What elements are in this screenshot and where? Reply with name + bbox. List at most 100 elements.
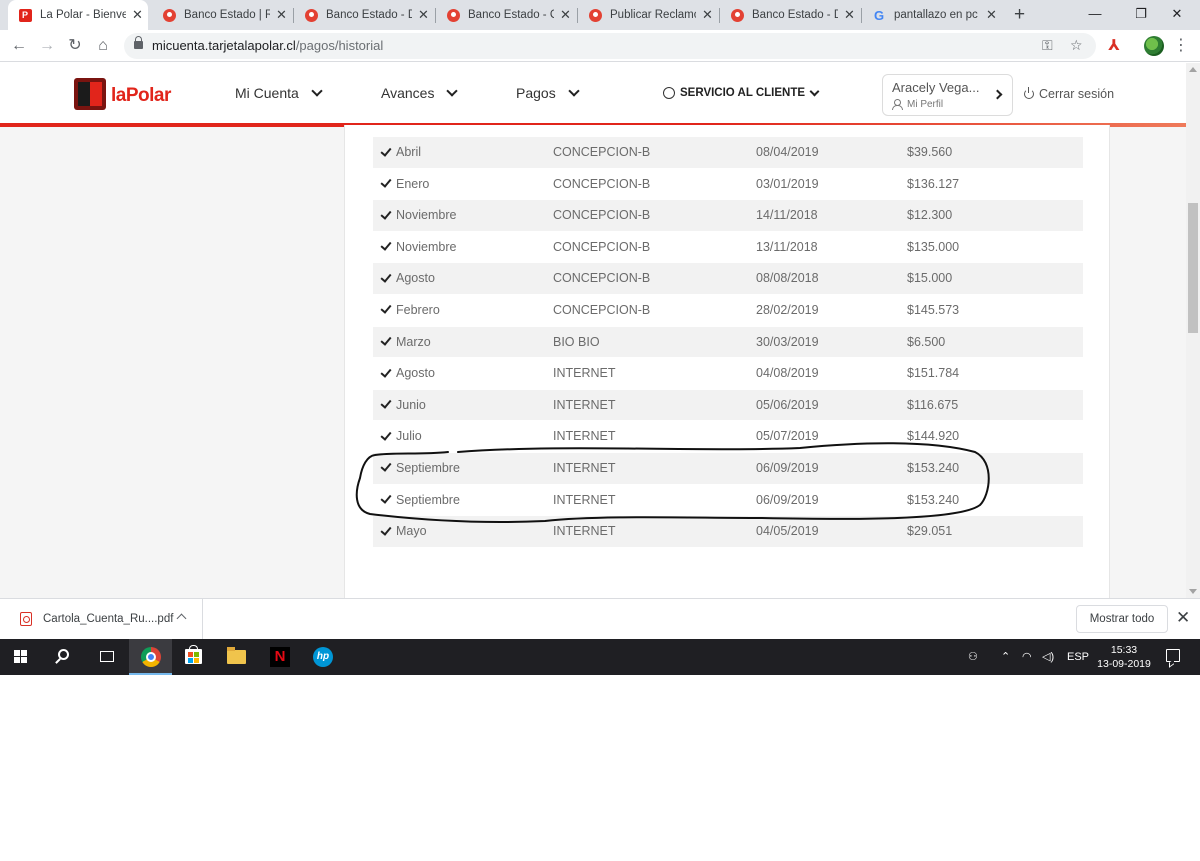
key-icon[interactable]: ⚿ [1042,37,1053,54]
windows-logo-icon [14,650,28,664]
store-bag-icon [185,645,202,664]
chevron-up-icon[interactable] [176,613,187,624]
new-tab-plus-icon[interactable]: + [1014,4,1025,26]
profile-avatar-icon[interactable] [1144,36,1164,56]
tab-title: Banco Estado | Re [184,9,270,21]
month-cell: Enero [380,176,429,191]
taskbar-store[interactable] [172,639,215,675]
tab-la-polar[interactable]: P La Polar - Bienven ✕ [8,0,148,30]
location-cell: INTERNET [553,524,616,539]
tab-close-icon[interactable]: ✕ [702,7,713,23]
month-label: Julio [396,429,422,444]
clock-time: 15:33 [1110,644,1138,656]
scrollbar-thumb[interactable] [1188,203,1198,333]
download-shelf: Cartola_Cuenta_Ru....pdf Mostrar todo ✕ [0,598,1200,639]
month-cell: Febrero [380,302,440,317]
taskbar-chrome[interactable] [129,639,172,675]
chevron-down-icon [311,85,323,97]
tab-close-icon[interactable]: ✕ [418,7,429,23]
minimize-window-icon[interactable]: — [1072,0,1118,30]
lapolar-logo-icon[interactable] [74,78,106,110]
tab-banco-estado-2[interactable]: Banco Estado - De ✕ [294,0,434,30]
show-all-downloads-button[interactable]: Mostrar todo [1076,605,1168,633]
scroll-down-arrow-icon[interactable] [1189,589,1197,594]
close-download-shelf-icon[interactable]: ✕ [1176,608,1190,628]
volume-icon[interactable]: ◁) [1042,639,1054,675]
tab-title: Banco Estado - Du [752,9,838,21]
taskbar-netflix[interactable]: N [258,639,301,675]
location-cell: INTERNET [553,366,616,381]
amount-cell: $15.000 [907,271,953,286]
date-cell: 13/11/2018 [756,239,818,254]
forward-arrow-icon[interactable]: → [36,35,58,57]
download-item[interactable]: Cartola_Cuenta_Ru....pdf [0,599,203,639]
tray-overflow-chevron-icon[interactable]: ⌃ [1001,639,1010,675]
tab-close-icon[interactable]: ✕ [844,7,855,23]
date-cell: 05/06/2019 [756,397,819,412]
nav-servicio-al-cliente[interactable]: SERVICIO AL CLIENTE [663,86,820,99]
tab-close-icon[interactable]: ✕ [276,7,287,23]
checkmark-icon [380,523,392,536]
nav-label: Pagos [516,85,556,101]
profile-link[interactable]: Mi Perfil [907,99,943,110]
location-cell: CONCEPCION-B [553,239,651,254]
page-scrollbar[interactable] [1186,63,1200,598]
tab-close-icon[interactable]: ✕ [560,7,571,23]
chevron-down-icon [446,85,459,97]
amount-cell: $151.784 [907,366,960,381]
user-profile-box[interactable]: Aracely Vega... Mi Perfil [882,74,1013,116]
address-bar[interactable]: micuenta.tarjetalapolar.cl/pagos/histori… [124,33,1096,59]
adobe-pdf-extension-icon[interactable]: ⅄ [1104,36,1124,56]
browser-menu-icon[interactable]: ⋮ [1173,35,1189,55]
netflix-icon: N [270,647,290,667]
people-icon[interactable]: ⚇ [968,639,978,675]
logout-link[interactable]: Cerrar sesión [1024,87,1114,101]
taskbar-search-button[interactable] [43,639,86,675]
chevron-down-icon [568,85,580,97]
bookmark-star-icon[interactable]: ☆ [1070,37,1083,54]
nav-pagos[interactable]: Pagos [516,85,580,101]
date-cell: 14/11/2018 [756,208,818,223]
checkmark-icon [380,271,392,283]
table-row: Enero CONCEPCION-B 03/01/2019 $136.127 [373,169,1083,201]
amount-cell: $135.000 [907,239,960,254]
nav-mi-cuenta[interactable]: Mi Cuenta [235,85,323,101]
tab-close-icon[interactable]: ✕ [986,7,997,23]
tab-google-search[interactable]: G pantallazo en pc le ✕ [862,0,1002,30]
tab-title: Banco Estado - Co [468,9,554,21]
table-row: Noviembre CONCEPCION-B 13/11/2018 $135.000 [373,232,1083,264]
date-cell: 08/04/2019 [756,145,819,159]
input-language[interactable]: ESP [1067,639,1089,675]
tab-publicar-reclamo[interactable]: Publicar Reclamo | ✕ [578,0,718,30]
month-label: Febrero [396,302,440,317]
month-cell: Noviembre [380,207,456,222]
checkmark-icon [380,397,392,410]
checkmark-icon [380,239,392,252]
wifi-icon[interactable]: ◠ [1022,639,1032,675]
tab-banco-estado-4[interactable]: Banco Estado - Du ✕ [720,0,860,30]
back-arrow-icon[interactable]: ← [8,35,30,57]
clock-date: 13-09-2019 [1097,658,1151,670]
lock-icon [134,36,143,49]
home-icon[interactable]: ⌂ [92,35,114,57]
reload-icon[interactable]: ↻ [64,35,86,57]
date-cell: 06/09/2019 [756,460,819,475]
payment-history-table: Abril CONCEPCION-B 08/04/2019 $39.560 Enero C… [373,137,1083,548]
taskbar-file-explorer[interactable] [215,639,258,675]
site-logo-text[interactable]: laPolar [111,85,171,107]
tab-title: Publicar Reclamo | [610,9,696,21]
tab-banco-estado-1[interactable]: Banco Estado | Re ✕ [152,0,292,30]
close-window-icon[interactable]: ✕ [1154,0,1200,30]
taskbar-hp[interactable]: hp [301,639,344,675]
start-button[interactable] [0,639,43,675]
table-row: Julio INTERNET 05/07/2019 $144.920 [373,421,1083,453]
scroll-up-arrow-icon[interactable] [1189,67,1197,72]
lapolar-favicon-icon: P [18,8,32,22]
tab-close-icon[interactable]: ✕ [132,7,143,23]
task-view-button[interactable] [86,639,129,675]
tab-banco-estado-3[interactable]: Banco Estado - Co ✕ [436,0,576,30]
nav-avances[interactable]: Avances [381,85,459,101]
notification-center-icon[interactable] [1166,649,1180,662]
month-cell: Junio [380,397,426,412]
taskbar-clock[interactable]: 15:33 13-09-2019 [1096,643,1152,671]
